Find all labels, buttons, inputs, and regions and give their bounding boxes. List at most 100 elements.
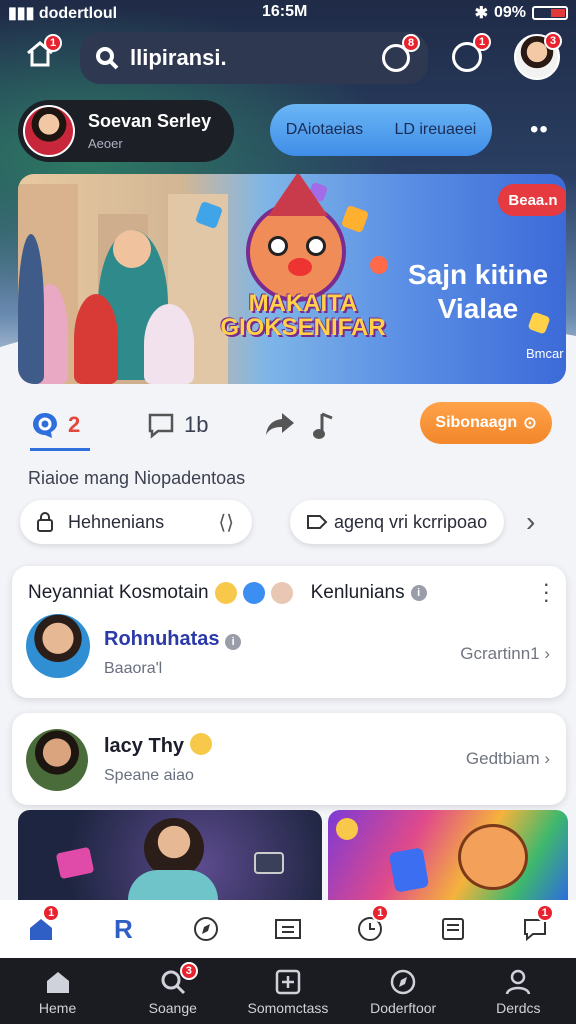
comment-action[interactable]: 2	[30, 410, 80, 440]
follow-icon: ⊙	[523, 415, 537, 432]
card-link[interactable]: Gedtbiam ›	[466, 749, 550, 769]
avatar-badge: 3	[544, 32, 562, 50]
tab-second[interactable]: LD ireuaeei	[394, 121, 476, 139]
card-link[interactable]: Gcrartinn1 ›	[460, 644, 550, 664]
follow-label: Sibonaagn	[435, 414, 518, 431]
share-icon	[266, 413, 294, 435]
profile-sub: Aeoer	[88, 136, 123, 151]
mascot-character	[246, 174, 346, 302]
lock-icon	[37, 512, 53, 532]
banner-badge[interactable]: Beaa.n	[498, 184, 566, 216]
list-icon	[274, 919, 301, 939]
person-avatar[interactable]	[26, 729, 88, 791]
top-tabs: DAiotaeias LD ireuaeei	[270, 104, 492, 156]
nav-profile[interactable]: Derdcs	[463, 958, 573, 1016]
more-vertical-icon[interactable]: · · ·	[543, 573, 550, 611]
nav-badge: 3	[179, 962, 198, 980]
chat-bubble-icon	[33, 413, 57, 438]
card-title-row: Neyanniat Kosmotain Kenlunians i	[28, 582, 427, 604]
emoji-icon	[189, 733, 212, 755]
card-link-label: Gedtbiam	[465, 749, 540, 768]
home-button[interactable]: 1	[24, 34, 62, 74]
video-thumbnail[interactable]	[328, 810, 568, 902]
subnav-home[interactable]: 1	[24, 904, 61, 946]
action-row: 2 1b Sibonaagn ⊙	[30, 402, 560, 451]
active-underline	[30, 448, 90, 451]
nav-home[interactable]: Heme	[3, 958, 113, 1016]
bottom-nav: Heme 3 Soange Somomctass Doderftoor Derd…	[0, 958, 576, 1024]
confetti	[367, 253, 391, 277]
compass-icon	[390, 969, 416, 995]
chevron-icon: ⟨⟩	[218, 511, 234, 534]
subnav-explore[interactable]	[189, 912, 223, 946]
subnav-book[interactable]	[436, 912, 470, 946]
tab-first[interactable]: DAiotaeias	[286, 121, 363, 139]
subnav-badge: 1	[42, 904, 61, 922]
subnav-clock[interactable]: 1	[353, 904, 390, 946]
more-icon[interactable]: ••	[530, 116, 549, 144]
person-avatar[interactable]	[26, 614, 90, 678]
thumbnail-sticker	[388, 847, 430, 893]
filter-chip-1[interactable]: Hehnenians ⟨⟩	[20, 500, 252, 544]
subnav-messages[interactable]: 1	[518, 904, 554, 946]
nav-discover[interactable]: Doderftoor	[348, 958, 458, 1016]
follow-button[interactable]: Sibonaagn ⊙	[420, 402, 552, 444]
status-bar: ▮▮▮ dodertloul 16:5M ✱ 09%	[0, 0, 576, 26]
clock: 16:5M	[262, 3, 308, 20]
card-name[interactable]: Rohnuhatas	[104, 628, 220, 650]
banner-headline: Sajn kitine Vialae	[398, 258, 558, 326]
share-action[interactable]	[264, 410, 296, 438]
compass-icon	[193, 917, 218, 941]
child-figure	[74, 294, 118, 384]
filter-chip-2[interactable]: agenq vri kcrripoao	[290, 500, 504, 544]
status-right: ✱ 09%	[475, 3, 568, 23]
info-icon: i	[225, 634, 242, 650]
mascot-eye	[306, 236, 326, 256]
search-input[interactable]: llipiransi.	[130, 45, 227, 71]
thumbnail-sticker	[55, 846, 95, 880]
chip-1-label: Hehnenians	[68, 511, 165, 532]
r-logo-icon: R	[114, 913, 133, 944]
battery-percent: 09%	[493, 4, 526, 21]
feed-card[interactable]: lacy Thy Speane aiao Gedtbiam ›	[12, 713, 566, 805]
card-link-label: Gcrartinn1	[460, 644, 540, 663]
thumbnail-face	[144, 818, 204, 878]
promo-banner[interactable]: MAKAITA GIOKSENIFAR Sajn kitine Vialae B…	[18, 174, 566, 384]
confetti	[340, 204, 370, 234]
user-avatar[interactable]: 3	[514, 32, 562, 80]
profile-pill[interactable]: Soevan Serley Aeoer	[18, 100, 234, 162]
home-icon	[46, 972, 69, 993]
message-action[interactable]: 1b	[146, 410, 208, 440]
card-name-row: lacy Thy	[104, 733, 212, 758]
child-figure	[144, 304, 194, 384]
mascot-nose	[288, 258, 312, 276]
secondary-nav: 1 R 1 1	[0, 900, 576, 958]
subnav-list[interactable]	[271, 912, 305, 946]
banner-headline-line1: Sajn kitine	[407, 259, 549, 290]
section-title: Riaioe mang Niopadentoas	[28, 468, 246, 488]
video-thumbnail[interactable]	[18, 810, 322, 902]
banner-headline-line2: Vialae	[437, 293, 519, 324]
thumbnail-body	[128, 870, 218, 902]
banner-small-label: Bmcar	[526, 346, 564, 361]
search-bar[interactable]: llipiransi. 8	[80, 32, 428, 84]
mascot-eye	[268, 236, 288, 256]
timer-button[interactable]: 1	[452, 33, 491, 72]
card-name[interactable]: lacy Thy	[104, 735, 184, 757]
carrier-text: dodertloul	[38, 5, 118, 22]
plus-square-icon	[275, 969, 301, 995]
nav-create[interactable]: Somomctass	[233, 958, 343, 1016]
profile-name: Soevan Serley	[88, 111, 212, 131]
card-sub: Speane aiao	[104, 767, 194, 784]
card-name-row: Rohnuhatas i	[104, 628, 242, 651]
subnav-profile[interactable]: R	[106, 912, 140, 946]
info-icon: i	[410, 585, 427, 601]
comment-count: 2	[68, 412, 81, 437]
nav-search[interactable]: 3 Soange	[118, 958, 228, 1016]
music-action[interactable]	[312, 410, 336, 442]
emoji-icon	[242, 582, 265, 604]
chevron-right-icon[interactable]: ›	[526, 506, 535, 538]
feed-card[interactable]: Neyanniat Kosmotain Kenlunians i · · · Roh…	[12, 566, 566, 698]
subnav-badge: 1	[371, 904, 390, 922]
nav-discover-label: Doderftoor	[370, 1000, 437, 1016]
